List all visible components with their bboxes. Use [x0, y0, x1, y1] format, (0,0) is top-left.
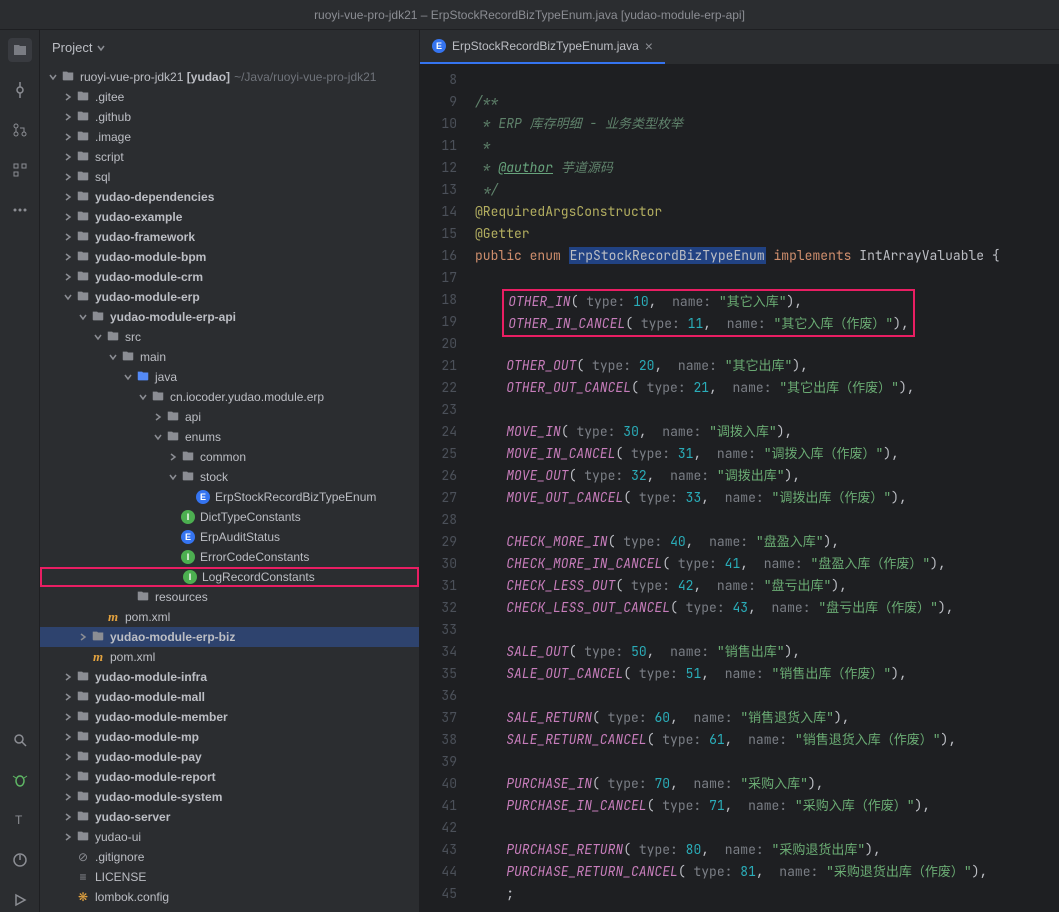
tree-item[interactable]: yudao-example [40, 207, 419, 227]
tree-item[interactable]: yudao-dependencies [40, 187, 419, 207]
tree-item[interactable]: IErrorCodeConstants [40, 547, 419, 567]
tree-item[interactable]: stock [40, 467, 419, 487]
tree-item[interactable]: .image [40, 127, 419, 147]
tree-root[interactable]: ruoyi-vue-pro-jdk21 [yudao]~/Java/ruoyi-… [40, 67, 419, 87]
editor-area: E ErpStockRecordBizTypeEnum.java × 89101… [420, 30, 1059, 912]
tree-item[interactable]: src [40, 327, 419, 347]
tree-item[interactable]: yudao-framework [40, 227, 419, 247]
tree-item[interactable]: java [40, 367, 419, 387]
chevron-down-icon [96, 43, 106, 53]
tree-item[interactable]: yudao-module-pay [40, 747, 419, 767]
more-tool-icon[interactable] [8, 198, 32, 222]
tree-item[interactable]: yudao-module-bpm [40, 247, 419, 267]
panel-title: Project [52, 40, 92, 55]
tree-item[interactable]: yudao-module-mp [40, 727, 419, 747]
tree-item[interactable]: cn.iocoder.yudao.module.erp [40, 387, 419, 407]
enum-icon: E [432, 39, 446, 53]
editor-tab-bar: E ErpStockRecordBizTypeEnum.java × [420, 30, 1059, 65]
tree-item[interactable]: yudao-module-infra [40, 667, 419, 687]
close-icon[interactable]: × [645, 38, 653, 54]
tree-item[interactable]: yudao-ui [40, 827, 419, 847]
tree-item[interactable]: yudao-module-mall [40, 687, 419, 707]
project-panel: Project ruoyi-vue-pro-jdk21 [yudao]~/Jav… [40, 30, 420, 912]
tree-item[interactable]: sql [40, 167, 419, 187]
line-gutter: 8910111213141516171819202122232425262728… [420, 69, 475, 912]
tree-item[interactable]: .github [40, 107, 419, 127]
code-content[interactable]: /** * ERP 库存明细 - 业务类型枚举 * * @author 芋道源码… [475, 69, 1059, 912]
tree-item[interactable]: mpom.xml [40, 607, 419, 627]
tree-item[interactable]: yudao-server [40, 807, 419, 827]
project-tree[interactable]: ruoyi-vue-pro-jdk21 [yudao]~/Java/ruoyi-… [40, 65, 419, 912]
tree-item[interactable]: IDictTypeConstants [40, 507, 419, 527]
tree-item-selected[interactable]: yudao-module-erp-biz [40, 627, 419, 647]
window-title-bar: ruoyi-vue-pro-jdk21 – ErpStockRecordBizT… [0, 0, 1059, 30]
editor-tab[interactable]: E ErpStockRecordBizTypeEnum.java × [420, 30, 665, 64]
svg-text:T: T [15, 813, 23, 827]
tree-item[interactable]: mpom.xml [40, 647, 419, 667]
code-editor[interactable]: 8910111213141516171819202122232425262728… [420, 65, 1059, 912]
search-tool-icon[interactable] [8, 728, 32, 752]
tree-file-logrecord[interactable]: ILogRecordConstants [40, 567, 419, 587]
tab-label: ErpStockRecordBizTypeEnum.java [452, 39, 639, 53]
tree-item[interactable]: resources [40, 587, 419, 607]
tree-item[interactable]: yudao-module-member [40, 707, 419, 727]
tool-rail-left: T [0, 30, 40, 912]
tree-item[interactable]: main [40, 347, 419, 367]
tree-item[interactable]: api [40, 407, 419, 427]
tree-file-enum[interactable]: EErpStockRecordBizTypeEnum [40, 487, 419, 507]
tree-item[interactable]: common [40, 447, 419, 467]
project-tool-icon[interactable] [8, 38, 32, 62]
pull-requests-icon[interactable] [8, 118, 32, 142]
tree-item[interactable]: yudao-module-report [40, 767, 419, 787]
tree-item[interactable]: enums [40, 427, 419, 447]
profiler-tool-icon[interactable] [8, 848, 32, 872]
tree-item[interactable]: yudao-module-erp [40, 287, 419, 307]
tree-item[interactable]: ≡LICENSE [40, 867, 419, 887]
tree-item[interactable]: .gitee [40, 87, 419, 107]
tree-item[interactable]: yudao-module-erp-api [40, 307, 419, 327]
tree-item[interactable]: yudao-module-crm [40, 267, 419, 287]
tree-item[interactable]: EErpAuditStatus [40, 527, 419, 547]
tree-item[interactable]: ⊘.gitignore [40, 847, 419, 867]
text-tool-icon[interactable]: T [8, 808, 32, 832]
window-title: ruoyi-vue-pro-jdk21 – ErpStockRecordBizT… [314, 8, 745, 22]
debug-tool-icon[interactable] [8, 768, 32, 792]
commit-tool-icon[interactable] [8, 78, 32, 102]
tree-item[interactable]: yudao-module-system [40, 787, 419, 807]
tree-item[interactable]: script [40, 147, 419, 167]
structure-tool-icon[interactable] [8, 158, 32, 182]
panel-header[interactable]: Project [40, 30, 419, 65]
tree-item[interactable]: ❋lombok.config [40, 887, 419, 907]
run-tool-icon[interactable] [8, 888, 32, 912]
